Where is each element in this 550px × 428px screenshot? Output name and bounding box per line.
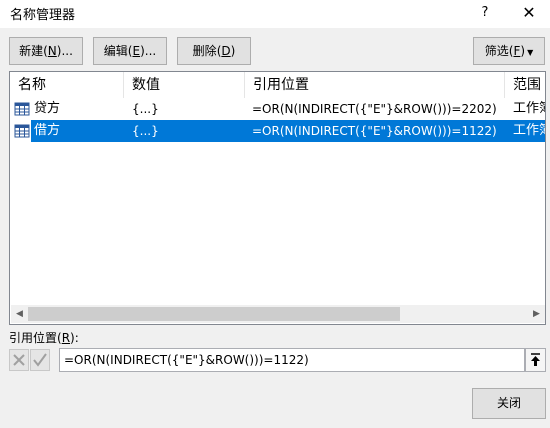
- refers-to-label: 引用位置(R):: [9, 331, 79, 345]
- scroll-left-icon[interactable]: ◀: [11, 305, 28, 323]
- row-value: {...}: [132, 124, 159, 138]
- row-name: 贷方: [34, 101, 61, 116]
- new-button[interactable]: 新建(N)...: [9, 37, 83, 65]
- column-header-name[interactable]: 名称: [10, 72, 124, 98]
- scroll-right-icon[interactable]: ▶: [528, 305, 545, 323]
- close-button[interactable]: 关闭: [472, 388, 546, 419]
- scrollbar-thumb[interactable]: [28, 307, 400, 321]
- row-value: {...}: [132, 102, 159, 116]
- edit-button-key: E: [132, 44, 141, 58]
- table-row[interactable]: 贷方 {...} =OR(N(INDIRECT({"E"}&ROW()))=22…: [10, 98, 545, 120]
- cancel-edit-icon[interactable]: [9, 349, 29, 371]
- delete-button-key: D: [221, 44, 231, 58]
- filter-button-label: 筛选: [484, 44, 509, 58]
- edit-button-ellipsis: ...: [144, 44, 157, 58]
- filter-button[interactable]: 筛选(F) ▼: [473, 37, 545, 65]
- row-scope: 工作簿: [513, 101, 545, 116]
- window-title: 名称管理器: [10, 8, 76, 23]
- chevron-down-icon: ▼: [527, 48, 534, 57]
- table-icon: [14, 124, 30, 138]
- collapse-dialog-icon: [531, 353, 540, 366]
- column-header-value[interactable]: 数值: [124, 72, 245, 98]
- new-button-ellipsis: ...: [61, 44, 73, 58]
- delete-button[interactable]: 删除(D): [177, 37, 251, 65]
- accept-edit-icon[interactable]: [30, 349, 50, 371]
- collapse-dialog-button[interactable]: [525, 348, 546, 372]
- row-name: 借方: [34, 123, 61, 138]
- help-button[interactable]: ?: [468, 2, 502, 24]
- new-button-label: 新建: [19, 44, 44, 58]
- column-header-refers-to[interactable]: 引用位置: [245, 72, 505, 98]
- refers-to-input[interactable]: =OR(N(INDIRECT({"E"}&ROW()))=1122): [59, 348, 525, 372]
- row-refers-to: =OR(N(INDIRECT({"E"}&ROW()))=1122): [252, 124, 497, 138]
- close-window-button[interactable]: ✕: [512, 1, 546, 25]
- horizontal-scrollbar[interactable]: ◀ ▶: [11, 305, 545, 323]
- delete-button-label: 删除: [192, 44, 217, 58]
- row-refers-to: =OR(N(INDIRECT({"E"}&ROW()))=2202): [252, 102, 497, 116]
- edit-button[interactable]: 编辑(E)...: [93, 37, 167, 65]
- edit-button-label: 编辑: [103, 44, 128, 58]
- table-icon: [14, 102, 30, 116]
- names-list[interactable]: 名称 数值 引用位置 范围 贷方 {...} =OR(N(INDIRECT({"…: [9, 71, 546, 325]
- new-button-key: N: [47, 44, 57, 58]
- filter-button-key: F: [513, 44, 521, 58]
- refers-to-label-text: 引用位置: [9, 331, 58, 345]
- column-header-scope[interactable]: 范围: [505, 72, 545, 98]
- table-row-selected[interactable]: 借方 {...} =OR(N(INDIRECT({"E"}&ROW()))=11…: [10, 120, 545, 142]
- row-scope: 工作簿: [513, 123, 545, 138]
- refers-to-label-key: R: [61, 331, 71, 345]
